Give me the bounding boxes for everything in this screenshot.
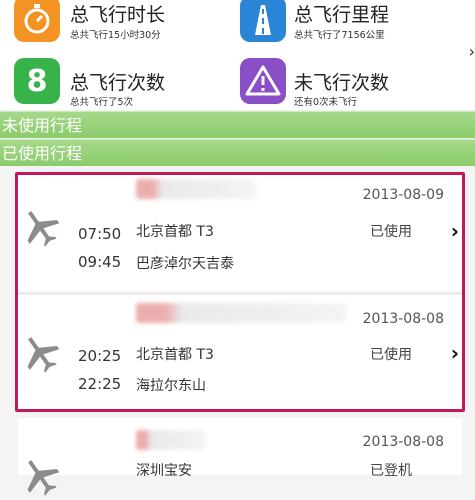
stat-total-flights[interactable]: 8 总飞行次数 总共飞行了5次 (14, 58, 234, 108)
trip-date: 2013-08-08 (362, 434, 444, 450)
stat-subtitle: 总共飞行了5次 (70, 97, 134, 108)
section-unused-trips[interactable]: 未使用行程 (0, 111, 475, 138)
stat-title: 总飞行里程 (294, 4, 390, 26)
stat-subtitle: 总共飞行15小时30分 (70, 30, 161, 41)
stat-total-time[interactable]: 总飞行时长 总共飞行15小时30分 (14, 0, 234, 50)
chevron-right-icon[interactable]: › (469, 42, 475, 61)
stat-title: 总飞行时长 (70, 4, 166, 26)
stat-title: 总飞行次数 (70, 72, 166, 94)
trip-card[interactable]: 2013-08-08 深圳宝安 已登机 (18, 418, 462, 496)
stat-total-distance[interactable]: 总飞行里程 总共飞行了7156公里 (240, 0, 460, 50)
departure-airport: 深圳宝安 (136, 463, 192, 479)
plane-icon (20, 456, 60, 496)
trip-status: 已登机 (370, 463, 412, 479)
highlight-frame (15, 172, 465, 412)
number-8-icon: 8 (14, 58, 60, 104)
section-used-trips[interactable]: 已使用行程 (0, 139, 475, 166)
stats-panel: 总飞行时长 总共飞行15小时30分 总飞行里程 总共飞行了7156公里 8 总飞… (0, 0, 475, 110)
stat-subtitle: 还有0次未飞行 (294, 97, 358, 108)
stat-title: 未飞行次数 (294, 72, 390, 94)
warning-icon (240, 58, 286, 104)
stat-subtitle: 总共飞行了7156公里 (294, 30, 385, 41)
road-icon (240, 0, 286, 42)
redacted-flight-info (136, 430, 206, 450)
stopwatch-icon (14, 0, 60, 42)
stat-unflown[interactable]: 未飞行次数 还有0次未飞行 (240, 58, 460, 108)
